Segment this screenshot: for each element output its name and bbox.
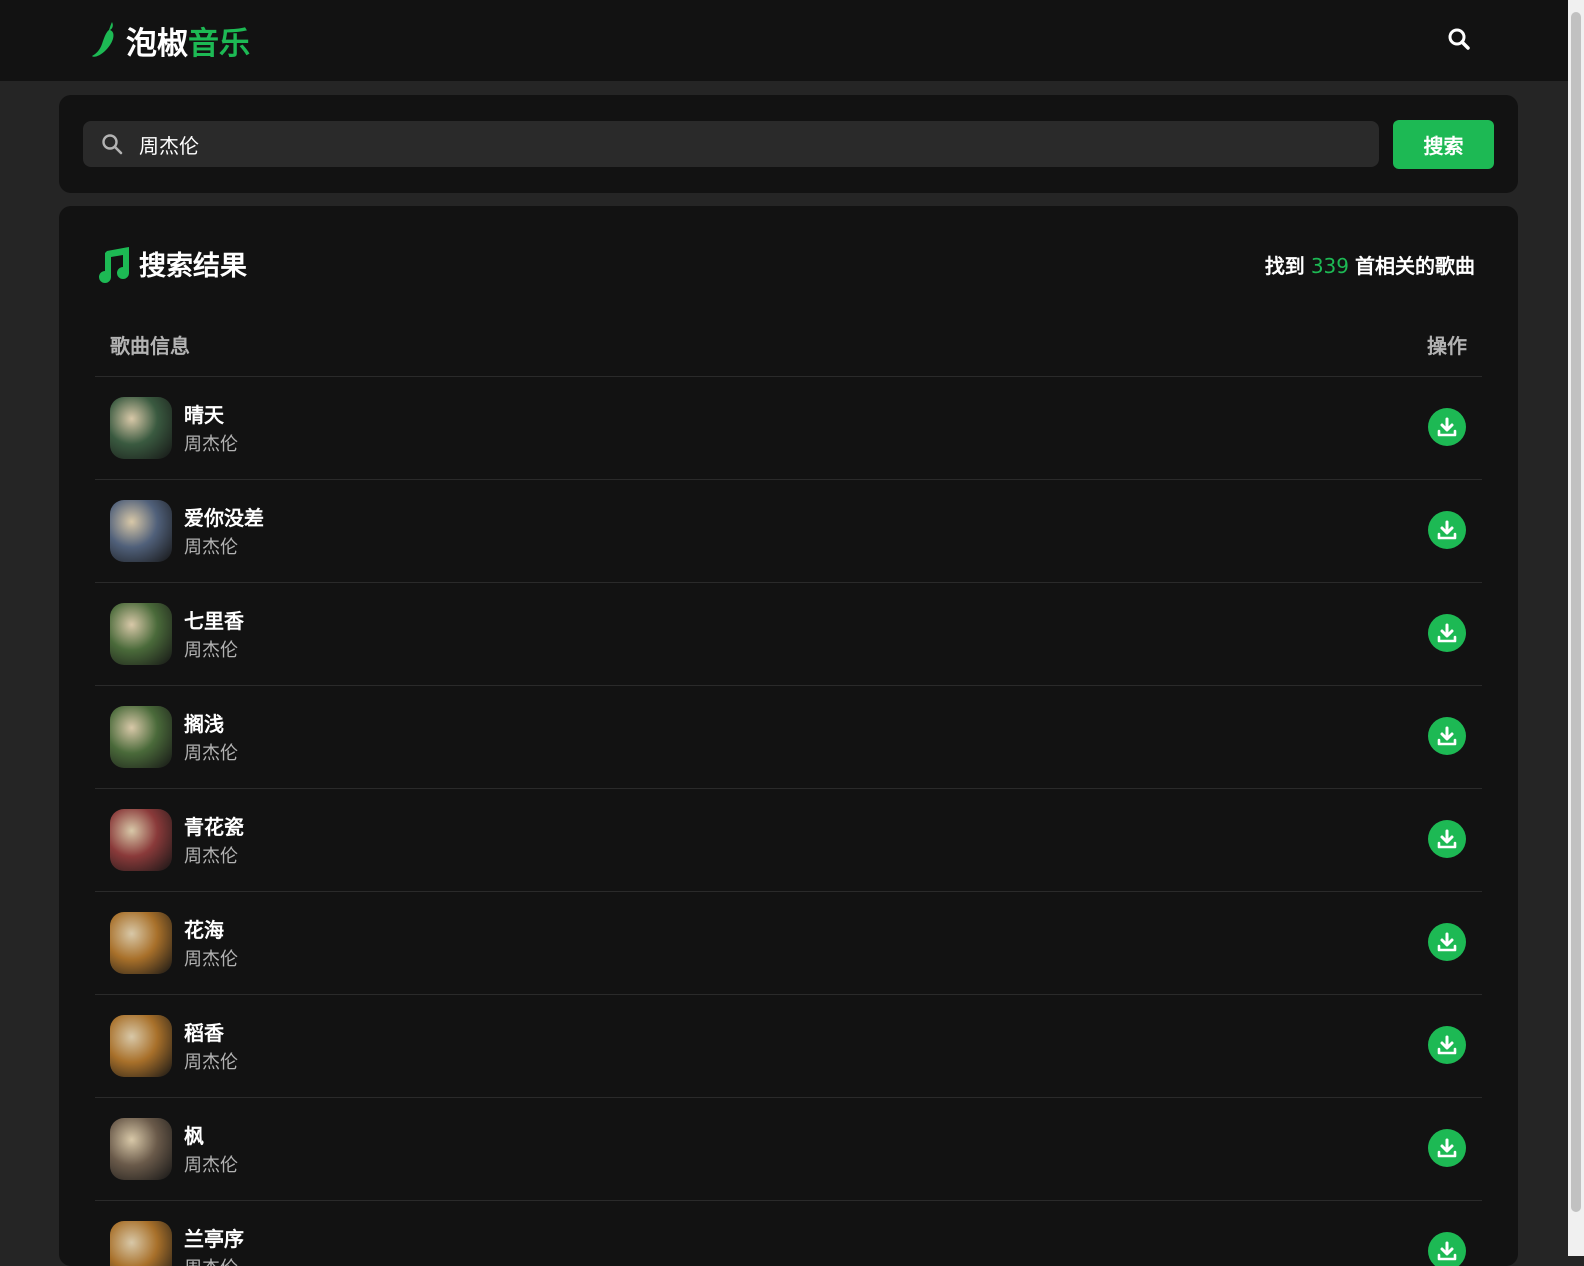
song-title: 花海 [184, 918, 224, 942]
download-button[interactable] [1428, 1129, 1466, 1167]
top-navbar: 泡椒 音乐 [0, 0, 1568, 81]
search-button[interactable]: 搜索 [1393, 120, 1494, 169]
column-actions: 操作 [1427, 334, 1467, 358]
download-icon [1437, 726, 1457, 746]
song-artist: 周杰伦 [184, 1052, 238, 1073]
song-row[interactable]: 晴天 周杰伦 [95, 377, 1482, 480]
download-button[interactable] [1428, 1026, 1466, 1064]
album-cover [110, 500, 172, 562]
results-count: 找到 339 首相关的歌曲 [1265, 250, 1475, 279]
song-row[interactable]: 七里香 周杰伦 [95, 583, 1482, 686]
search-icon [1448, 28, 1470, 50]
song-title: 稻香 [184, 1021, 224, 1045]
song-title: 爱你没差 [184, 506, 264, 530]
download-button[interactable] [1428, 614, 1466, 652]
song-artist: 周杰伦 [184, 846, 238, 867]
search-box[interactable] [83, 121, 1379, 167]
results-panel: 搜索结果 找到 339 首相关的歌曲 歌曲信息 操作 晴天 周杰伦 爱你没差 周杰伦 七里香… [59, 206, 1518, 1266]
album-cover [110, 912, 172, 974]
song-title: 搁浅 [184, 712, 224, 736]
song-artist: 周杰伦 [184, 1155, 238, 1176]
album-cover [110, 1118, 172, 1180]
song-artist: 周杰伦 [184, 640, 238, 661]
count-suffix: 首相关的歌曲 [1355, 254, 1475, 278]
download-icon [1437, 932, 1457, 952]
song-title: 晴天 [184, 403, 224, 427]
download-icon [1437, 1241, 1457, 1261]
song-artist: 周杰伦 [184, 743, 238, 764]
table-header: 歌曲信息 操作 [95, 316, 1482, 377]
search-input[interactable] [137, 123, 1379, 165]
results-title: 搜索结果 [139, 251, 247, 282]
download-button[interactable] [1428, 511, 1466, 549]
download-button[interactable] [1428, 923, 1466, 961]
song-title: 青花瓷 [184, 815, 244, 839]
song-row[interactable]: 稻香 周杰伦 [95, 995, 1482, 1098]
song-row[interactable]: 花海 周杰伦 [95, 892, 1482, 995]
count-number: 339 [1310, 254, 1349, 278]
song-row[interactable]: 青花瓷 周杰伦 [95, 789, 1482, 892]
download-icon [1437, 1035, 1457, 1055]
chili-pepper-icon [92, 22, 114, 57]
download-button[interactable] [1428, 408, 1466, 446]
album-cover [110, 1221, 172, 1266]
song-row[interactable]: 枫周杰伦 [95, 1098, 1482, 1201]
song-list: 晴天 周杰伦 爱你没差 周杰伦 七里香 周杰伦 搁浅 周杰伦 青花瓷 周杰伦 花海 周杰伦 稻香 周杰伦枫… [95, 377, 1482, 1266]
song-artist: 周杰伦 [184, 949, 238, 970]
song-title: 七里香 [184, 609, 244, 633]
album-cover [110, 603, 172, 665]
download-button[interactable] [1428, 820, 1466, 858]
album-cover [110, 706, 172, 768]
search-panel: 搜索 [59, 95, 1518, 193]
scrollbar-thumb[interactable] [1571, 12, 1581, 1212]
download-icon [1437, 1138, 1457, 1158]
logo-text-accent: 音乐 [188, 25, 250, 62]
album-cover [110, 1015, 172, 1077]
column-song-info: 歌曲信息 [110, 334, 190, 358]
music-note-icon [99, 246, 129, 283]
song-row[interactable]: 兰亭序周杰伦 [95, 1201, 1482, 1266]
download-icon [1437, 417, 1457, 437]
song-title: 兰亭序 [184, 1227, 244, 1251]
download-icon [1437, 623, 1457, 643]
download-button[interactable] [1428, 1232, 1466, 1266]
download-icon [1437, 829, 1457, 849]
song-row[interactable]: 爱你没差 周杰伦 [95, 480, 1482, 583]
search-icon [102, 134, 123, 155]
download-button[interactable] [1428, 717, 1466, 755]
header-search-icon[interactable] [1444, 24, 1474, 54]
count-prefix: 找到 [1264, 254, 1305, 278]
download-icon [1437, 520, 1457, 540]
song-artist: 周杰伦 [184, 434, 238, 455]
app-logo[interactable]: 泡椒 音乐 [90, 18, 250, 62]
album-cover [110, 809, 172, 871]
album-cover [110, 397, 172, 459]
song-artist: 周杰伦 [184, 537, 238, 558]
song-title: 枫 [184, 1124, 204, 1148]
song-row[interactable]: 搁浅 周杰伦 [95, 686, 1482, 789]
results-heading: 搜索结果 [95, 244, 247, 283]
logo-text-primary: 泡椒 [126, 25, 188, 62]
